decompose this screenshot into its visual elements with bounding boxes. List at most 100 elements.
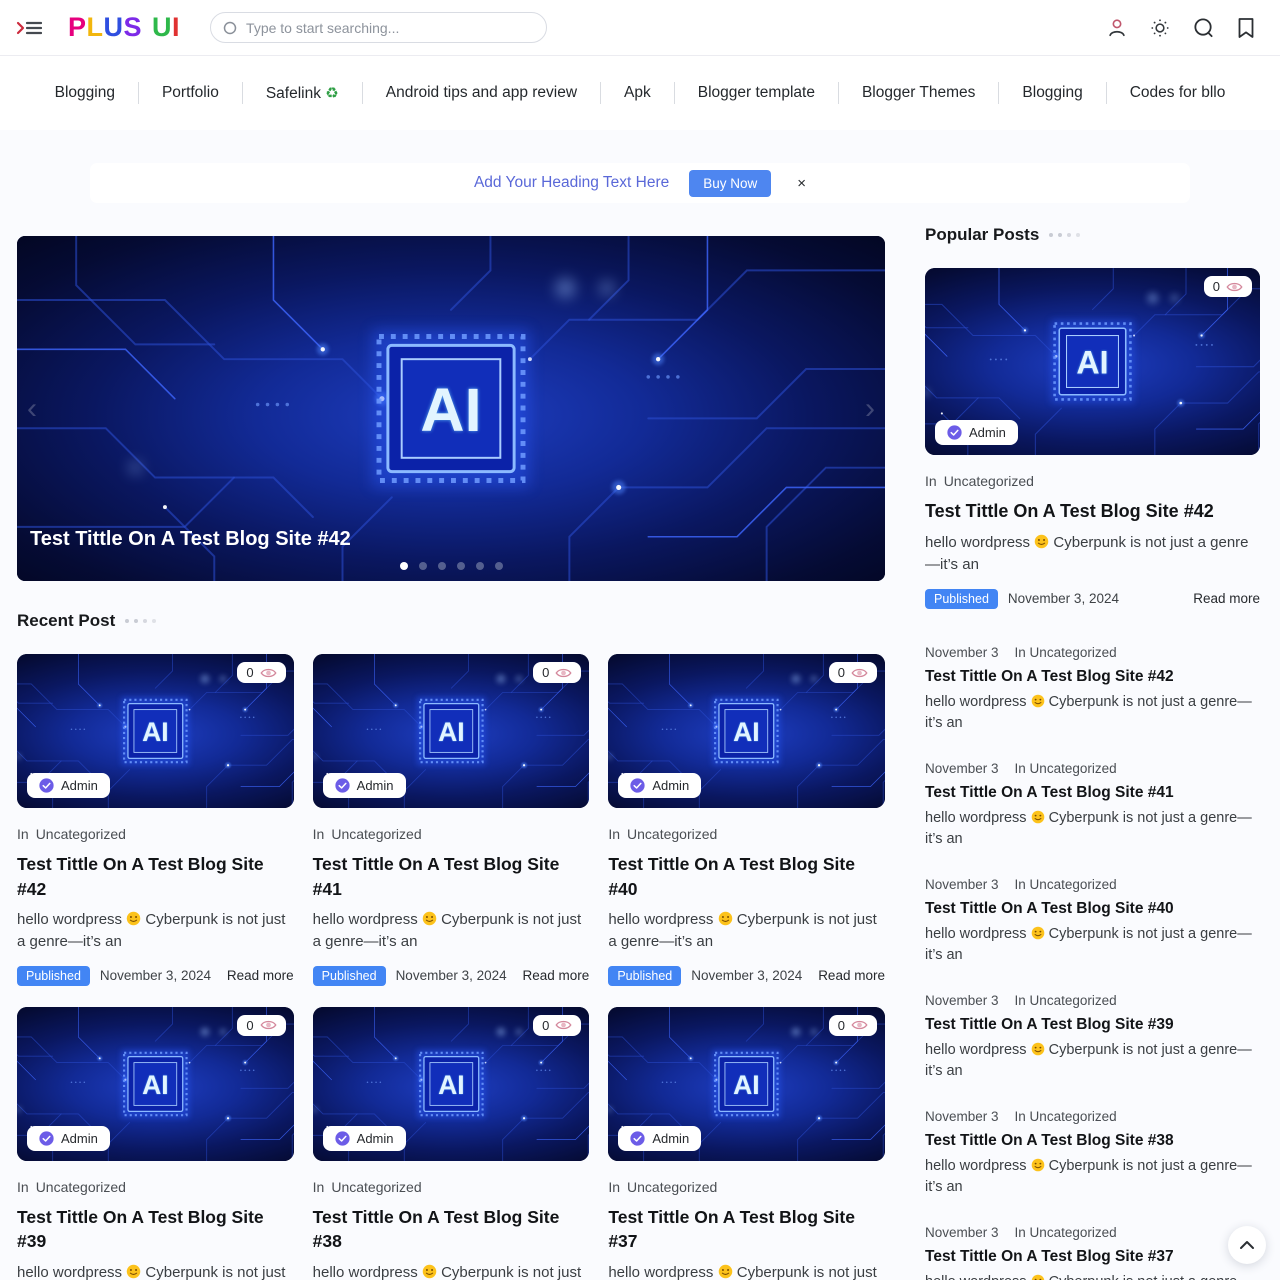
site-logo[interactable]: PLUSUI — [68, 12, 180, 43]
main-nav: Blogging Portfolio Safelink ♻ Android ti… — [0, 56, 1280, 130]
menu-toggle-icon[interactable] — [16, 15, 46, 41]
popular-item-meta: November 3In Uncategorized — [925, 1225, 1260, 1240]
read-more-link[interactable]: Read more — [523, 968, 590, 983]
bookmark-icon[interactable] — [1236, 17, 1256, 39]
post-thumbnail[interactable]: 0 Admin — [313, 1007, 590, 1161]
search-bar[interactable] — [210, 12, 547, 43]
author-badge[interactable]: Admin — [618, 773, 701, 798]
post-thumbnail[interactable]: 0 Admin — [17, 654, 294, 808]
post-title[interactable]: Test Tittle On A Test Blog Site #42 — [17, 852, 294, 901]
post-thumbnail[interactable]: 0 Admin — [608, 654, 885, 808]
hero-slide-title[interactable]: Test Tittle On A Test Blog Site #42 — [30, 528, 351, 551]
post-thumbnail[interactable]: 0 Admin — [925, 268, 1260, 455]
post-thumbnail[interactable]: 0 Admin — [608, 1007, 885, 1161]
popular-item-title[interactable]: Test Tittle On A Test Blog Site #40 — [925, 900, 1260, 918]
carousel-dot[interactable] — [457, 562, 465, 570]
eye-icon — [851, 1019, 868, 1031]
heading-dots-decoration — [125, 619, 156, 623]
author-badge[interactable]: Admin — [323, 773, 406, 798]
author-name: Admin — [357, 1131, 394, 1146]
popular-item-excerpt: hello wordpress Cyberpunk is not just a … — [925, 808, 1260, 850]
popular-item-category: In Uncategorized — [1015, 1225, 1117, 1240]
eye-icon — [260, 1019, 277, 1031]
carousel-prev-icon[interactable]: ‹ — [27, 394, 37, 424]
carousel-next-icon[interactable]: › — [865, 394, 875, 424]
read-more-link[interactable]: Read more — [818, 968, 885, 983]
nav-item-apk[interactable]: Apk — [601, 84, 674, 102]
nav-item-blogger-themes[interactable]: Blogger Themes — [839, 84, 998, 102]
nav-item-blogging[interactable]: Blogging — [32, 84, 138, 102]
search-input[interactable] — [246, 20, 534, 36]
carousel-dot[interactable] — [400, 562, 408, 570]
author-badge[interactable]: Admin — [935, 420, 1018, 445]
popular-posts-heading: Popular Posts — [925, 225, 1260, 245]
post-card: 0 Admin In Uncategorized Test Tittle On A… — [608, 654, 885, 986]
nav-item-codes-for-bllo[interactable]: Codes for bllo — [1107, 84, 1249, 102]
nav-item-portfolio[interactable]: Portfolio — [139, 84, 242, 102]
post-title[interactable]: Test Tittle On A Test Blog Site #41 — [313, 852, 590, 901]
category-link[interactable]: Uncategorized — [627, 1179, 717, 1195]
popular-item-excerpt: hello wordpress Cyberpunk is not just a … — [925, 692, 1260, 734]
category-link[interactable]: Uncategorized — [36, 1179, 126, 1195]
scroll-to-top-button[interactable] — [1228, 1226, 1266, 1264]
heading-dots-decoration — [1049, 233, 1080, 237]
post-title[interactable]: Test Tittle On A Test Blog Site #38 — [313, 1205, 590, 1254]
post-title[interactable]: Test Tittle On A Test Blog Site #37 — [608, 1205, 885, 1254]
author-badge[interactable]: Admin — [618, 1126, 701, 1151]
author-badge[interactable]: Admin — [27, 773, 110, 798]
post-title[interactable]: Test Tittle On A Test Blog Site #39 — [17, 1205, 294, 1254]
category-link[interactable]: Uncategorized — [627, 826, 717, 842]
hero-carousel[interactable]: ‹ › Test Tittle On A Test Blog Site #42 — [17, 236, 885, 581]
close-icon[interactable]: × — [797, 175, 806, 192]
views-count: 0 — [246, 665, 253, 680]
popular-item-date: November 3 — [925, 877, 999, 892]
popular-item-category: In Uncategorized — [1015, 993, 1117, 1008]
popular-item-title[interactable]: Test Tittle On A Test Blog Site #37 — [925, 1248, 1260, 1266]
search-icon[interactable] — [1192, 16, 1215, 39]
category-link[interactable]: Uncategorized — [331, 826, 421, 842]
popular-item-excerpt: hello wordpress Cyberpunk is not just a … — [925, 924, 1260, 966]
status-badge: Published — [925, 589, 998, 609]
category-link[interactable]: Uncategorized — [36, 826, 126, 842]
carousel-dot[interactable] — [476, 562, 484, 570]
notice-heading-link[interactable]: Add Your Heading Text Here — [474, 174, 669, 192]
smiley-emoji — [1031, 1274, 1045, 1280]
popular-item-meta: November 3In Uncategorized — [925, 993, 1260, 1008]
popular-item-excerpt: hello wordpress Cyberpunk is not just a … — [925, 1156, 1260, 1198]
author-badge[interactable]: Admin — [27, 1126, 110, 1151]
nav-item-blogger-template[interactable]: Blogger template — [675, 84, 838, 102]
popular-item-title[interactable]: Test Tittle On A Test Blog Site #39 — [925, 1016, 1260, 1034]
carousel-dot[interactable] — [419, 562, 427, 570]
popular-item-title[interactable]: Test Tittle On A Test Blog Site #38 — [925, 1132, 1260, 1150]
carousel-dot[interactable] — [438, 562, 446, 570]
read-more-link[interactable]: Read more — [227, 968, 294, 983]
post-excerpt: hello wordpress Cyberpunk is not just a … — [17, 909, 294, 953]
meta-in-label: In — [608, 826, 620, 842]
user-icon[interactable] — [1106, 17, 1128, 39]
category-link[interactable]: Uncategorized — [944, 473, 1034, 489]
theme-sun-icon[interactable] — [1149, 17, 1171, 39]
nav-item-safelink[interactable]: Safelink ♻ — [243, 84, 362, 103]
nav-item-blogging-2[interactable]: Blogging — [999, 84, 1105, 102]
popular-item-date: November 3 — [925, 1109, 999, 1124]
read-more-link[interactable]: Read more — [1193, 591, 1260, 606]
buy-now-button[interactable]: Buy Now — [689, 170, 771, 197]
views-count: 0 — [838, 1018, 845, 1033]
status-badge: Published — [313, 966, 386, 986]
author-badge[interactable]: Admin — [323, 1126, 406, 1151]
content-area: ‹ › Test Tittle On A Test Blog Site #42 … — [0, 203, 1280, 1280]
smiley-emoji — [718, 1264, 733, 1279]
carousel-dot[interactable] — [495, 562, 503, 570]
post-title[interactable]: Test Tittle On A Test Blog Site #42 — [925, 499, 1260, 524]
category-link[interactable]: Uncategorized — [331, 1179, 421, 1195]
post-thumbnail[interactable]: 0 Admin — [313, 654, 590, 808]
post-title[interactable]: Test Tittle On A Test Blog Site #40 — [608, 852, 885, 901]
views-badge: 0 — [237, 1015, 285, 1036]
popular-item-meta: November 3In Uncategorized — [925, 1109, 1260, 1124]
nav-item-android-tips[interactable]: Android tips and app review — [363, 84, 600, 102]
status-badge: Published — [17, 966, 90, 986]
post-thumbnail[interactable]: 0 Admin — [17, 1007, 294, 1161]
popular-item-title[interactable]: Test Tittle On A Test Blog Site #42 — [925, 668, 1260, 686]
verified-check-icon — [335, 1131, 350, 1146]
popular-item-title[interactable]: Test Tittle On A Test Blog Site #41 — [925, 784, 1260, 802]
